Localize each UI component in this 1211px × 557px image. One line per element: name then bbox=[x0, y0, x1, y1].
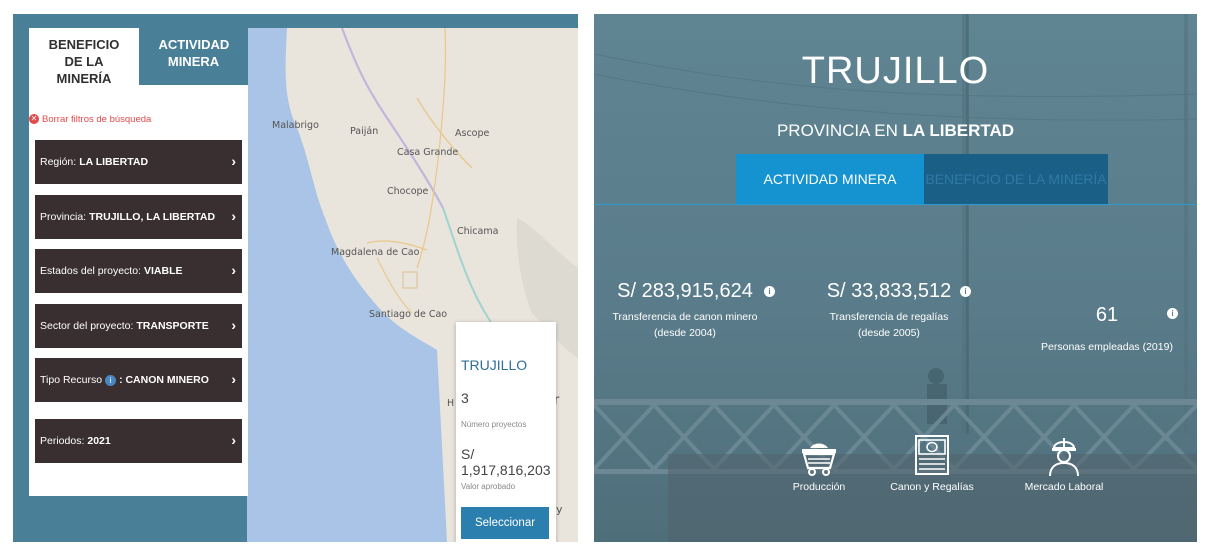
select-button[interactable]: Seleccionar bbox=[461, 507, 549, 539]
filter-value: LA LIBERTAD bbox=[79, 156, 149, 168]
worker-icon bbox=[1049, 438, 1079, 477]
tab-beneficio-mineria[interactable]: BENEFICIO DE LA MINERÍA bbox=[29, 28, 139, 86]
stat-empleo-value: 61 bbox=[1095, 304, 1119, 326]
nav-canon-regalias[interactable]: Canon y Regalías bbox=[880, 434, 984, 493]
filter-estados[interactable]: Estados del proyecto: VIABLE › bbox=[35, 249, 242, 293]
filter-label: Tipo Recurso bbox=[40, 374, 103, 386]
info-icon[interactable]: i bbox=[960, 286, 971, 297]
tab-beneficio-label: BENEFICIO DE LA MINERÍA bbox=[48, 37, 120, 86]
right-panel: TRUJILLO PROVINCIA EN LA LIBERTAD ACTIVI… bbox=[594, 14, 1197, 542]
chevron-right-icon: › bbox=[231, 153, 236, 169]
filter-provincia[interactable]: Provincia: TRUJILLO, LA LIBERTAD › bbox=[35, 195, 242, 239]
filter-tipo-recurso[interactable]: Tipo Recurso i : CANON MINERO › bbox=[35, 358, 242, 402]
tab-actividad-label: ACTIVIDAD MINERA bbox=[158, 37, 230, 69]
popup-amount: S/ 1,917,816,203 bbox=[461, 446, 551, 478]
tab-actividad-minera-active[interactable]: ACTIVIDAD MINERA bbox=[736, 154, 924, 204]
left-tabs: BENEFICIO DE LA MINERÍA ACTIVIDAD MINERA bbox=[29, 28, 248, 86]
mine-cart-icon bbox=[802, 443, 836, 476]
nav-mercado-label: Mercado Laboral bbox=[1024, 481, 1104, 493]
stat-empleo-desc: Personas empleadas (2019) bbox=[1041, 341, 1173, 353]
info-icon[interactable]: i bbox=[1167, 308, 1178, 319]
filter-label: Provincia: bbox=[40, 211, 87, 223]
chevron-right-icon: › bbox=[231, 317, 236, 333]
stat-regalias-period: (desde 2005) bbox=[858, 327, 920, 339]
map-label-y: y bbox=[556, 503, 563, 516]
filter-region[interactable]: Región: LA LIBERTAD › bbox=[35, 140, 242, 184]
filter-sector[interactable]: Sector del proyecto: TRANSPORTE › bbox=[35, 304, 242, 348]
filter-value: TRUJILLO, LA LIBERTAD bbox=[89, 211, 216, 223]
info-icon[interactable]: i bbox=[105, 374, 117, 386]
tab-beneficio-mineria-right[interactable]: BENEFICIO DE LA MINERÍA bbox=[924, 154, 1108, 204]
stat-empleo: 61 Personas empleadas (2019) bbox=[1032, 304, 1182, 355]
stat-regalias: S/ 33,833,512 Transferencia de regalías … bbox=[804, 280, 974, 341]
popup-count-label: Número proyectos bbox=[461, 420, 527, 429]
tabs-divider bbox=[594, 204, 1197, 205]
map-label-paijan: Paiján bbox=[350, 126, 379, 137]
stat-canon-value: S/ 283,915,624 bbox=[617, 280, 753, 302]
filter-value: VIABLE bbox=[143, 265, 183, 277]
popup-count: 3 bbox=[461, 390, 469, 406]
filter-label: Sector del proyecto: bbox=[40, 320, 134, 332]
left-panel: Malabrigo Paiján Ascope Casa Grande Choc… bbox=[13, 14, 578, 542]
filter-label: Periodos: bbox=[40, 435, 85, 447]
filter-value: TRANSPORTE bbox=[136, 320, 209, 332]
clear-filters-label: Borrar filtros de búsqueda bbox=[42, 113, 152, 125]
map-label-chocope: Chocope bbox=[387, 186, 429, 197]
money-bill-icon bbox=[915, 435, 949, 475]
filter-value: 2021 bbox=[87, 435, 111, 447]
stat-canon-period: (desde 2004) bbox=[654, 327, 716, 339]
map-popup: TRUJILLO 3 Número proyectos S/ 1,917,816… bbox=[456, 322, 556, 542]
clear-filters-link[interactable]: ✕ Borrar filtros de búsqueda bbox=[29, 111, 151, 127]
map-label-santiago: Santiago de Cao bbox=[369, 309, 448, 320]
filter-label: Estados del proyecto: bbox=[40, 265, 141, 277]
tab-actividad-minera[interactable]: ACTIVIDAD MINERA bbox=[139, 28, 248, 85]
subtitle-region: LA LIBERTAD bbox=[902, 121, 1015, 140]
map-label-malabrigo: Malabrigo bbox=[272, 120, 319, 131]
filter-value: : CANON MINERO bbox=[119, 374, 209, 386]
filter-periodos[interactable]: Periodos: 2021 › bbox=[35, 419, 242, 463]
subtitle-prefix: PROVINCIA EN bbox=[776, 121, 898, 140]
map-label-magdalena: Magdalena de Cao bbox=[331, 247, 420, 258]
popup-amount-label: Valor aprobado bbox=[461, 482, 516, 491]
chevron-right-icon: › bbox=[231, 371, 236, 387]
stat-regalias-value: S/ 33,833,512 bbox=[826, 280, 952, 302]
map-label-chicama: Chicama bbox=[457, 226, 499, 237]
nav-canon-label: Canon y Regalías bbox=[890, 481, 974, 493]
stat-regalias-desc: Transferencia de regalías bbox=[829, 311, 949, 323]
page-subtitle: PROVINCIA EN LA LIBERTAD bbox=[594, 121, 1197, 141]
filter-label: Región: bbox=[40, 156, 77, 168]
map-label-ascope: Ascope bbox=[455, 128, 490, 139]
chevron-right-icon: › bbox=[231, 262, 236, 278]
close-circle-icon: ✕ bbox=[29, 114, 39, 124]
page-title: TRUJILLO bbox=[801, 50, 990, 92]
stat-canon-desc: Transferencia de canon minero bbox=[612, 311, 758, 323]
nav-produccion[interactable]: Producción bbox=[774, 434, 864, 493]
nav-produccion-label: Producción bbox=[792, 481, 846, 493]
map-label-h: H bbox=[447, 398, 455, 409]
popup-title: TRUJILLO bbox=[461, 357, 528, 373]
nav-mercado-laboral[interactable]: Mercado Laboral bbox=[1012, 434, 1116, 493]
chevron-right-icon: › bbox=[231, 208, 236, 224]
map-label-casa-grande: Casa Grande bbox=[397, 147, 459, 158]
chevron-right-icon: › bbox=[231, 432, 236, 448]
info-icon[interactable]: i bbox=[764, 286, 775, 297]
stat-canon: S/ 283,915,624 Transferencia de canon mi… bbox=[600, 280, 770, 341]
